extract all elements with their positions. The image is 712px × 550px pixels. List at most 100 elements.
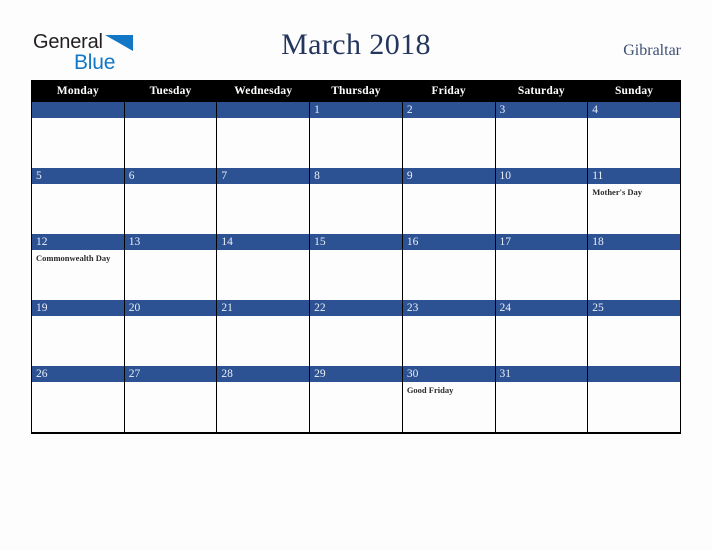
- calendar-empty-cell[interactable]: [216, 101, 311, 168]
- weekday-header-monday: Monday: [31, 80, 125, 102]
- day-number: 14: [217, 234, 310, 250]
- calendar-day-cell[interactable]: 30 Good Friday: [401, 366, 496, 434]
- day-events: [588, 250, 680, 253]
- day-events: [403, 316, 495, 319]
- day-number: [217, 102, 310, 118]
- calendar-day-cell[interactable]: 1: [309, 101, 403, 168]
- calendar-day-cell[interactable]: 3: [494, 101, 589, 168]
- day-number: 27: [124, 366, 217, 382]
- page-title: March 2018: [281, 28, 431, 61]
- day-events: Commonwealth Day: [32, 250, 124, 264]
- weekday-header-row: Monday Tuesday Wednesday Thursday Friday Satu…: [31, 80, 681, 102]
- day-number: 13: [124, 234, 217, 250]
- day-events: [496, 184, 588, 187]
- calendar-day-cell[interactable]: 18: [587, 234, 681, 300]
- calendar-day-cell[interactable]: 2: [401, 101, 496, 168]
- day-events: [310, 382, 402, 385]
- day-number: 18: [588, 234, 680, 250]
- calendar-day-cell[interactable]: 24: [494, 300, 589, 366]
- holiday-label: Commonwealth Day: [36, 253, 111, 263]
- day-number: 7: [217, 168, 310, 184]
- day-number: 16: [402, 234, 495, 250]
- calendar-day-cell[interactable]: 13: [123, 234, 218, 300]
- calendar-empty-cell[interactable]: [31, 101, 125, 168]
- calendar-day-cell[interactable]: 7: [216, 168, 311, 234]
- day-number: 29: [310, 366, 402, 382]
- weekday-header-tuesday: Tuesday: [123, 80, 218, 102]
- holiday-label: Good Friday: [406, 385, 454, 395]
- calendar-day-cell[interactable]: 16: [401, 234, 496, 300]
- day-events: [32, 184, 124, 187]
- calendar-empty-cell[interactable]: [123, 101, 218, 168]
- day-number: 4: [588, 102, 680, 118]
- day-number: 8: [310, 168, 402, 184]
- calendar-day-cell[interactable]: 14: [216, 234, 311, 300]
- day-events: [310, 184, 402, 187]
- day-events: [125, 118, 217, 121]
- calendar-day-cell[interactable]: 21: [216, 300, 311, 366]
- calendar-day-cell[interactable]: 15: [309, 234, 403, 300]
- day-events: [588, 118, 680, 121]
- calendar-day-cell[interactable]: 12 Commonwealth Day: [31, 234, 125, 300]
- calendar-day-cell[interactable]: 4: [587, 101, 681, 168]
- day-number: 6: [124, 168, 217, 184]
- calendar-week-row: 5 6 7 8 9 10 11 Mother's Day: [31, 168, 681, 234]
- day-number: 9: [402, 168, 495, 184]
- day-events: Good Friday: [403, 382, 495, 396]
- day-number: 2: [402, 102, 495, 118]
- day-events: [125, 250, 217, 253]
- calendar-day-cell[interactable]: 31: [494, 366, 589, 434]
- calendar-day-cell[interactable]: 29: [309, 366, 403, 434]
- day-events: [217, 184, 309, 187]
- day-events: [496, 382, 588, 385]
- calendar-day-cell[interactable]: 27: [123, 366, 218, 434]
- calendar-day-cell[interactable]: 9: [401, 168, 496, 234]
- calendar-day-cell[interactable]: 20: [123, 300, 218, 366]
- calendar-day-cell[interactable]: 10: [494, 168, 589, 234]
- weekday-header-friday: Friday: [401, 80, 496, 102]
- day-events: [496, 250, 588, 253]
- day-number: 21: [217, 300, 310, 316]
- day-number: [124, 102, 217, 118]
- day-events: [125, 382, 217, 385]
- day-number: 10: [495, 168, 588, 184]
- day-number: 23: [402, 300, 495, 316]
- day-events: [403, 250, 495, 253]
- day-number: 24: [495, 300, 588, 316]
- calendar-day-cell[interactable]: 8: [309, 168, 403, 234]
- day-events: [588, 382, 680, 385]
- calendar-empty-cell[interactable]: [587, 366, 681, 434]
- calendar-day-cell[interactable]: 28: [216, 366, 311, 434]
- day-events: [403, 118, 495, 121]
- calendar-day-cell[interactable]: 17: [494, 234, 589, 300]
- day-number: 31: [495, 366, 588, 382]
- day-number: 19: [32, 300, 124, 316]
- day-number: [32, 102, 124, 118]
- page-header: General Blue March 2018 Gibraltar: [0, 0, 712, 78]
- calendar-day-cell[interactable]: 22: [309, 300, 403, 366]
- calendar-day-cell[interactable]: 5: [31, 168, 125, 234]
- day-events: [496, 316, 588, 319]
- day-number: 22: [310, 300, 402, 316]
- calendar-day-cell[interactable]: 11 Mother's Day: [587, 168, 681, 234]
- weekday-header-thursday: Thursday: [309, 80, 403, 102]
- day-number: 26: [32, 366, 124, 382]
- calendar-header-row: Monday Tuesday Wednesday Thursday Friday Satu…: [31, 80, 681, 102]
- calendar-day-cell[interactable]: 19: [31, 300, 125, 366]
- calendar-day-cell[interactable]: 25: [587, 300, 681, 366]
- calendar-day-cell[interactable]: 23: [401, 300, 496, 366]
- day-number: 28: [217, 366, 310, 382]
- weekday-header-wednesday: Wednesday: [216, 80, 311, 102]
- calendar-week-row: 19 20 21 22 23 24 25: [31, 300, 681, 366]
- calendar-day-cell[interactable]: 6: [123, 168, 218, 234]
- day-events: [588, 316, 680, 319]
- day-events: [496, 118, 588, 121]
- day-number: 17: [495, 234, 588, 250]
- calendar-day-cell[interactable]: 26: [31, 366, 125, 434]
- weekday-header-saturday: Saturday: [494, 80, 589, 102]
- day-events: Mother's Day: [588, 184, 680, 198]
- calendar-week-row: 12 Commonwealth Day 13 14 15 16 17 18: [31, 234, 681, 300]
- day-number: 3: [495, 102, 588, 118]
- day-events: [32, 382, 124, 385]
- day-number: 20: [124, 300, 217, 316]
